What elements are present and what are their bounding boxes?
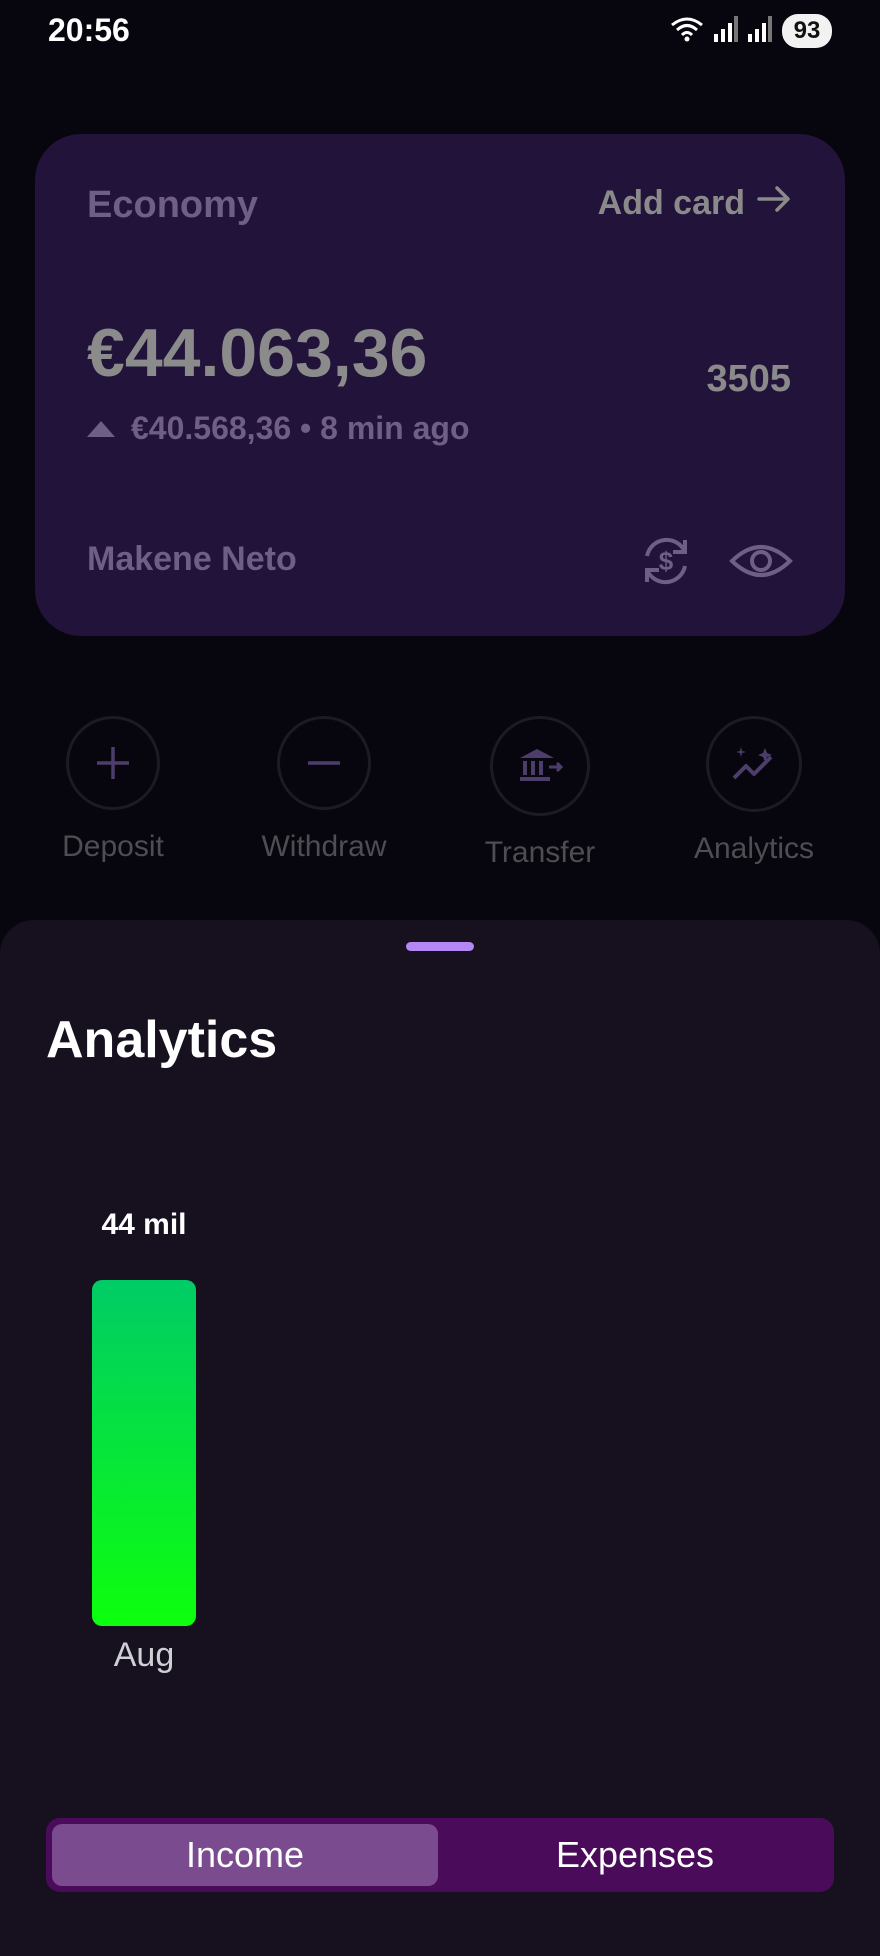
expenses-tab[interactable]: Expenses bbox=[442, 1824, 828, 1886]
card-number: 3505 bbox=[706, 358, 791, 400]
currency-exchange-icon[interactable]: $ bbox=[637, 532, 695, 595]
status-bar: 20:56 93 bbox=[0, 0, 880, 64]
signal-icon bbox=[714, 15, 738, 47]
svg-text:$: $ bbox=[659, 546, 674, 576]
wifi-icon bbox=[670, 15, 704, 48]
arrow-up-icon bbox=[87, 420, 115, 437]
withdraw-button[interactable]: Withdraw bbox=[224, 716, 424, 864]
income-expenses-toggle[interactable]: Income Expenses bbox=[46, 1818, 834, 1892]
quick-actions: Deposit Withdraw Transfer Analytics bbox=[0, 716, 880, 876]
status-time: 20:56 bbox=[48, 12, 130, 48]
transfer-button[interactable]: Transfer bbox=[440, 716, 640, 870]
card-holder-name: Makene Neto bbox=[87, 540, 297, 578]
drag-handle[interactable] bbox=[406, 942, 474, 951]
arrow-right-icon bbox=[757, 184, 791, 223]
card-icons: $ bbox=[637, 532, 793, 595]
add-card-button[interactable]: Add card bbox=[598, 184, 791, 223]
action-label: Transfer bbox=[484, 836, 596, 869]
bar-value-label: 44 mil bbox=[101, 1208, 187, 1241]
bar-category-label: Aug bbox=[113, 1636, 175, 1674]
income-tab[interactable]: Income bbox=[52, 1824, 438, 1886]
battery-indicator: 93 bbox=[782, 14, 832, 48]
eye-icon[interactable] bbox=[729, 539, 793, 588]
account-card[interactable]: Economy Add card €44.063,36 3505 €40.568… bbox=[35, 134, 845, 636]
sparkle-chart-icon bbox=[706, 716, 802, 812]
bank-transfer-icon bbox=[490, 716, 590, 816]
bar[interactable] bbox=[92, 1280, 196, 1626]
analytics-sheet: Analytics 44 mil Aug bbox=[0, 920, 880, 1956]
plus-icon bbox=[66, 716, 160, 810]
balance-change-text: €40.568,36 • 8 min ago bbox=[131, 410, 470, 446]
minus-icon bbox=[277, 716, 371, 810]
status-icons: 93 bbox=[670, 14, 832, 48]
analytics-button[interactable]: Analytics bbox=[654, 716, 854, 866]
action-label: Analytics bbox=[693, 832, 815, 865]
signal-icon bbox=[748, 15, 772, 47]
add-card-label: Add card bbox=[597, 184, 745, 222]
balance-amount: €44.063,36 bbox=[87, 315, 428, 391]
balance-change: €40.568,36 • 8 min ago bbox=[87, 410, 470, 447]
card-title: Economy bbox=[87, 184, 259, 226]
action-label: Withdraw bbox=[261, 830, 387, 863]
sheet-title: Analytics bbox=[46, 1011, 278, 1069]
action-label: Deposit bbox=[62, 830, 164, 863]
deposit-button[interactable]: Deposit bbox=[13, 716, 213, 864]
bar-chart: 44 mil Aug bbox=[0, 1150, 880, 1710]
